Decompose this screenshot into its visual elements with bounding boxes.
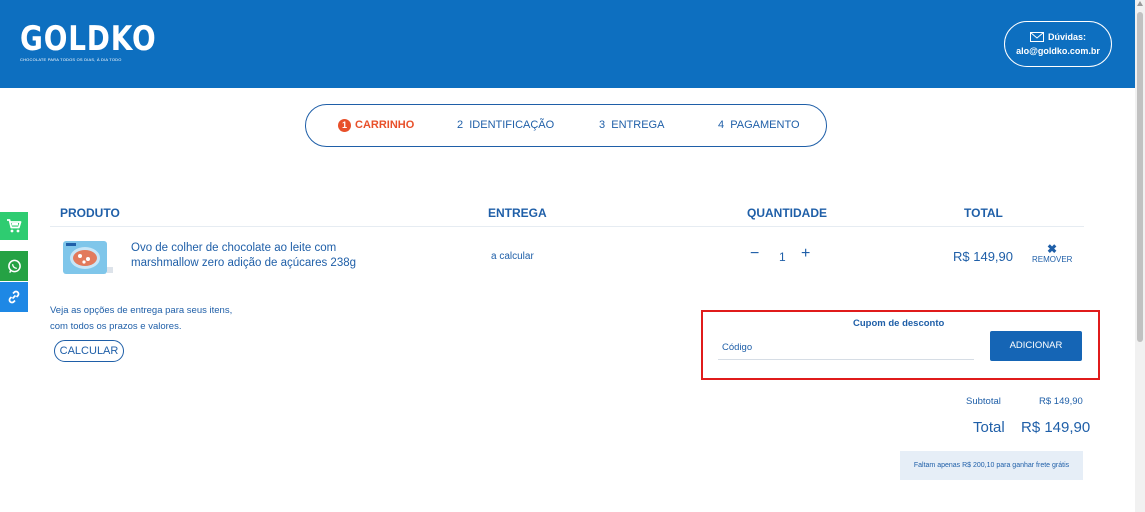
step-identification[interactable]: 2 IDENTIFICAÇÃO [457,119,554,131]
add-coupon-button[interactable]: ADICIONAR [990,331,1082,361]
table-divider [50,226,1084,227]
step-cart[interactable]: 1 CARRINHO [338,119,414,132]
calculate-shipping-button[interactable]: CALCULAR [54,340,124,362]
remove-button[interactable]: ✖ REMOVER [1032,243,1072,264]
link-icon [8,290,20,304]
delivery-value: a calcular [491,251,534,262]
step-payment[interactable]: 4 PAGAMENTO [718,119,800,131]
step-label: PAGAMENTO [730,119,800,131]
step-number: 3 [599,119,606,131]
quantity-increase-button[interactable]: + [801,245,810,263]
scrollbar[interactable] [1135,0,1145,512]
step-label: ENTREGA [611,119,665,131]
shipping-info-line1: Veja as opções de entrega para seus iten… [50,305,233,316]
product-name[interactable]: Ovo de colher de chocolate ao leite com … [131,241,391,271]
site-header: GOLDKO CHOCOLATE PARA TODOS OS DIAS, À D… [0,0,1135,88]
logo[interactable]: GOLDKO CHOCOLATE PARA TODOS OS DIAS, À D… [20,22,186,62]
header-product: PRODUTO [60,206,120,220]
help-label: Dúvidas: [1047,32,1086,42]
checkout-steps: 1 CARRINHO 2 IDENTIFICAÇÃO 3 ENTREGA 4 PA… [305,104,827,147]
subtotal-value: R$ 149,90 [1039,396,1083,407]
header-delivery: ENTREGA [488,206,547,220]
shipping-info: Veja as opções de entrega para seus iten… [50,303,232,335]
step-number: 2 [457,119,464,131]
total-value: R$ 149,90 [1021,419,1091,436]
step-label: IDENTIFICAÇÃO [469,119,555,131]
step-number: 4 [718,119,725,131]
step-delivery[interactable]: 3 ENTREGA [599,119,664,131]
step-label: CARRINHO [355,119,415,131]
free-shipping-banner: Faltam apenas R$ 200,10 para ganhar fret… [900,451,1083,480]
side-cart-button[interactable] [0,212,28,240]
coupon-title: Cupom de desconto [853,318,945,329]
item-total: R$ 149,90 [953,249,1013,264]
shipping-info-line2: com todos os prazos e valores. [50,321,182,332]
cart-icon [7,219,22,233]
close-icon: ✖ [1046,242,1058,256]
help-contact[interactable]: Dúvidas: alo@goldko.com.br [1004,21,1112,67]
product-image[interactable] [63,239,113,275]
header-quantity: QUANTIDADE [747,206,827,220]
side-whatsapp-button[interactable] [0,251,28,281]
header-total: TOTAL [964,206,1003,220]
side-link-button[interactable] [0,282,28,312]
scrollbar-thumb[interactable] [1137,12,1143,342]
help-email[interactable]: alo@goldko.com.br [1005,44,1111,58]
total-label: Total [973,419,1005,436]
whatsapp-icon [7,259,21,273]
step-number: 1 [338,119,351,132]
subtotal-label: Subtotal [966,396,1001,407]
scroll-up-arrow-icon[interactable] [1137,1,1143,6]
coupon-code-input[interactable] [718,336,974,360]
quantity-decrease-button[interactable]: − [750,245,759,263]
remove-label: REMOVER [1032,255,1073,264]
mail-icon [1029,32,1044,42]
quantity-value[interactable]: 1 [779,250,786,264]
logo-text: GOLDKO [20,19,157,59]
